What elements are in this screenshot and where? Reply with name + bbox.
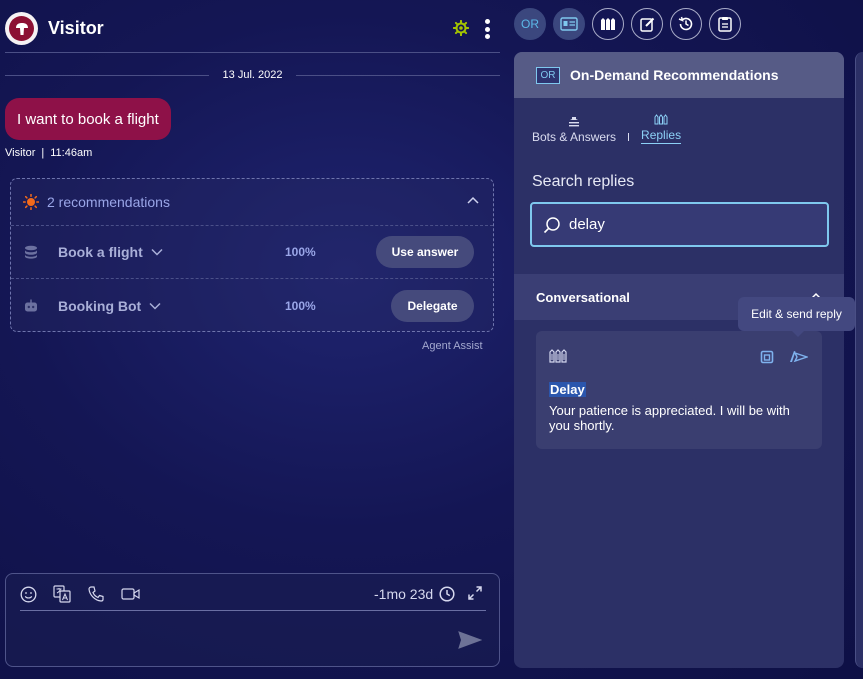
send-icon[interactable] [458,631,482,649]
expand-icon[interactable] [468,586,482,600]
toolbar-replies-button[interactable] [592,8,624,40]
toolbar-or-button[interactable]: OR [514,8,546,40]
more-options-icon[interactable] [482,17,492,41]
message-composer: -1mo 23d [5,573,500,667]
reply-title: Delay [549,382,586,397]
chat-panel: Visitor 13 Jul. 2022 I want to book a fl… [0,0,506,679]
toolbar-history-button[interactable] [670,8,702,40]
copy-icon[interactable] [760,350,774,364]
bot-icon [25,299,37,311]
visitor-logo-icon [15,22,28,35]
panel-tabs: Bots & Answers Replies [532,114,682,144]
clock-icon [439,586,455,602]
or-badge: OR [536,66,560,84]
message-meta: Visitor | 11:46am [5,147,92,159]
bots-answers-icon [569,117,580,127]
tab-separator [628,133,630,141]
meta-separator: | [41,147,45,159]
search-icon [543,216,560,233]
edit-send-tooltip: Edit & send reply [738,297,855,337]
response-timer: -1mo 23d [374,586,455,602]
composer-divider [20,610,486,611]
replies-icon [549,349,567,363]
phone-icon[interactable] [87,585,105,603]
emoji-icon[interactable] [20,586,37,603]
timer-value: -1mo 23d [374,586,434,602]
recommendations-card: 2 recommendations Book a flight 100% Use… [10,178,494,332]
use-answer-button[interactable]: Use answer [376,236,474,268]
confidence-score: 100% [285,298,316,313]
agent-card-icon [560,17,578,31]
widget-toolbar: OR [514,8,741,40]
toolbar-edit-button[interactable] [631,8,663,40]
conversation-date: 13 Jul. 2022 [222,69,283,81]
edit-note-icon [639,17,654,32]
panel-title: On-Demand Recommendations [570,67,779,83]
secondary-panel-edge [855,52,863,668]
edit-send-icon[interactable] [788,349,808,364]
tab-label: Replies [641,128,682,144]
header-divider [5,52,500,53]
on-demand-recommendations-panel: OR On-Demand Recommendations Bots & Answ… [514,52,844,668]
search-label: Search replies [532,173,635,190]
delegate-button[interactable]: Delegate [391,289,474,322]
date-divider: 13 Jul. 2022 [5,67,500,83]
message-input[interactable] [20,618,440,658]
visitor-avatar [5,12,38,45]
replies-icon [654,114,668,125]
tab-bots-answers[interactable]: Bots & Answers [532,116,616,144]
translate-icon[interactable] [53,585,71,603]
video-icon[interactable] [121,586,141,602]
tab-label: Bots & Answers [532,130,617,144]
collapse-chevron-icon[interactable] [467,196,479,204]
tab-replies[interactable]: Replies [641,114,682,144]
message-sender: Visitor [5,147,36,159]
reply-card[interactable]: Delay Your patience is appreciated. I wi… [536,331,822,449]
section-title: Conversational [536,289,630,305]
status-gear-icon[interactable] [453,20,469,36]
sun-icon [23,194,39,210]
chevron-down-icon[interactable] [151,248,163,256]
history-icon [678,16,693,31]
replies-icon [601,18,615,30]
search-field[interactable] [530,202,829,247]
visitor-message-bubble: I want to book a flight [5,98,171,140]
recommendation-row: Booking Bot 100% Delegate [11,279,493,332]
reply-body: Your patience is appreciated. I will be … [549,403,790,433]
recommendation-name: Book a flight [58,244,143,260]
visitor-name: Visitor [48,18,104,38]
recommendations-header[interactable]: 2 recommendations [11,179,493,226]
chevron-down-icon[interactable] [149,302,161,310]
confidence-score: 100% [285,245,316,259]
recommendation-row: Book a flight 100% Use answer [11,226,493,279]
recommendation-name: Booking Bot [58,297,142,314]
agent-assist-label: Agent Assist [422,340,483,352]
toolbar-agent-card-button[interactable] [553,8,585,40]
database-icon [25,245,37,259]
toolbar-clipboard-button[interactable] [709,8,741,40]
recommendations-title: 2 recommendations [47,194,170,210]
message-time: 11:46am [50,147,93,159]
search-input[interactable] [569,216,809,233]
panel-header: OR On-Demand Recommendations [514,52,844,98]
clipboard-icon [718,17,732,32]
